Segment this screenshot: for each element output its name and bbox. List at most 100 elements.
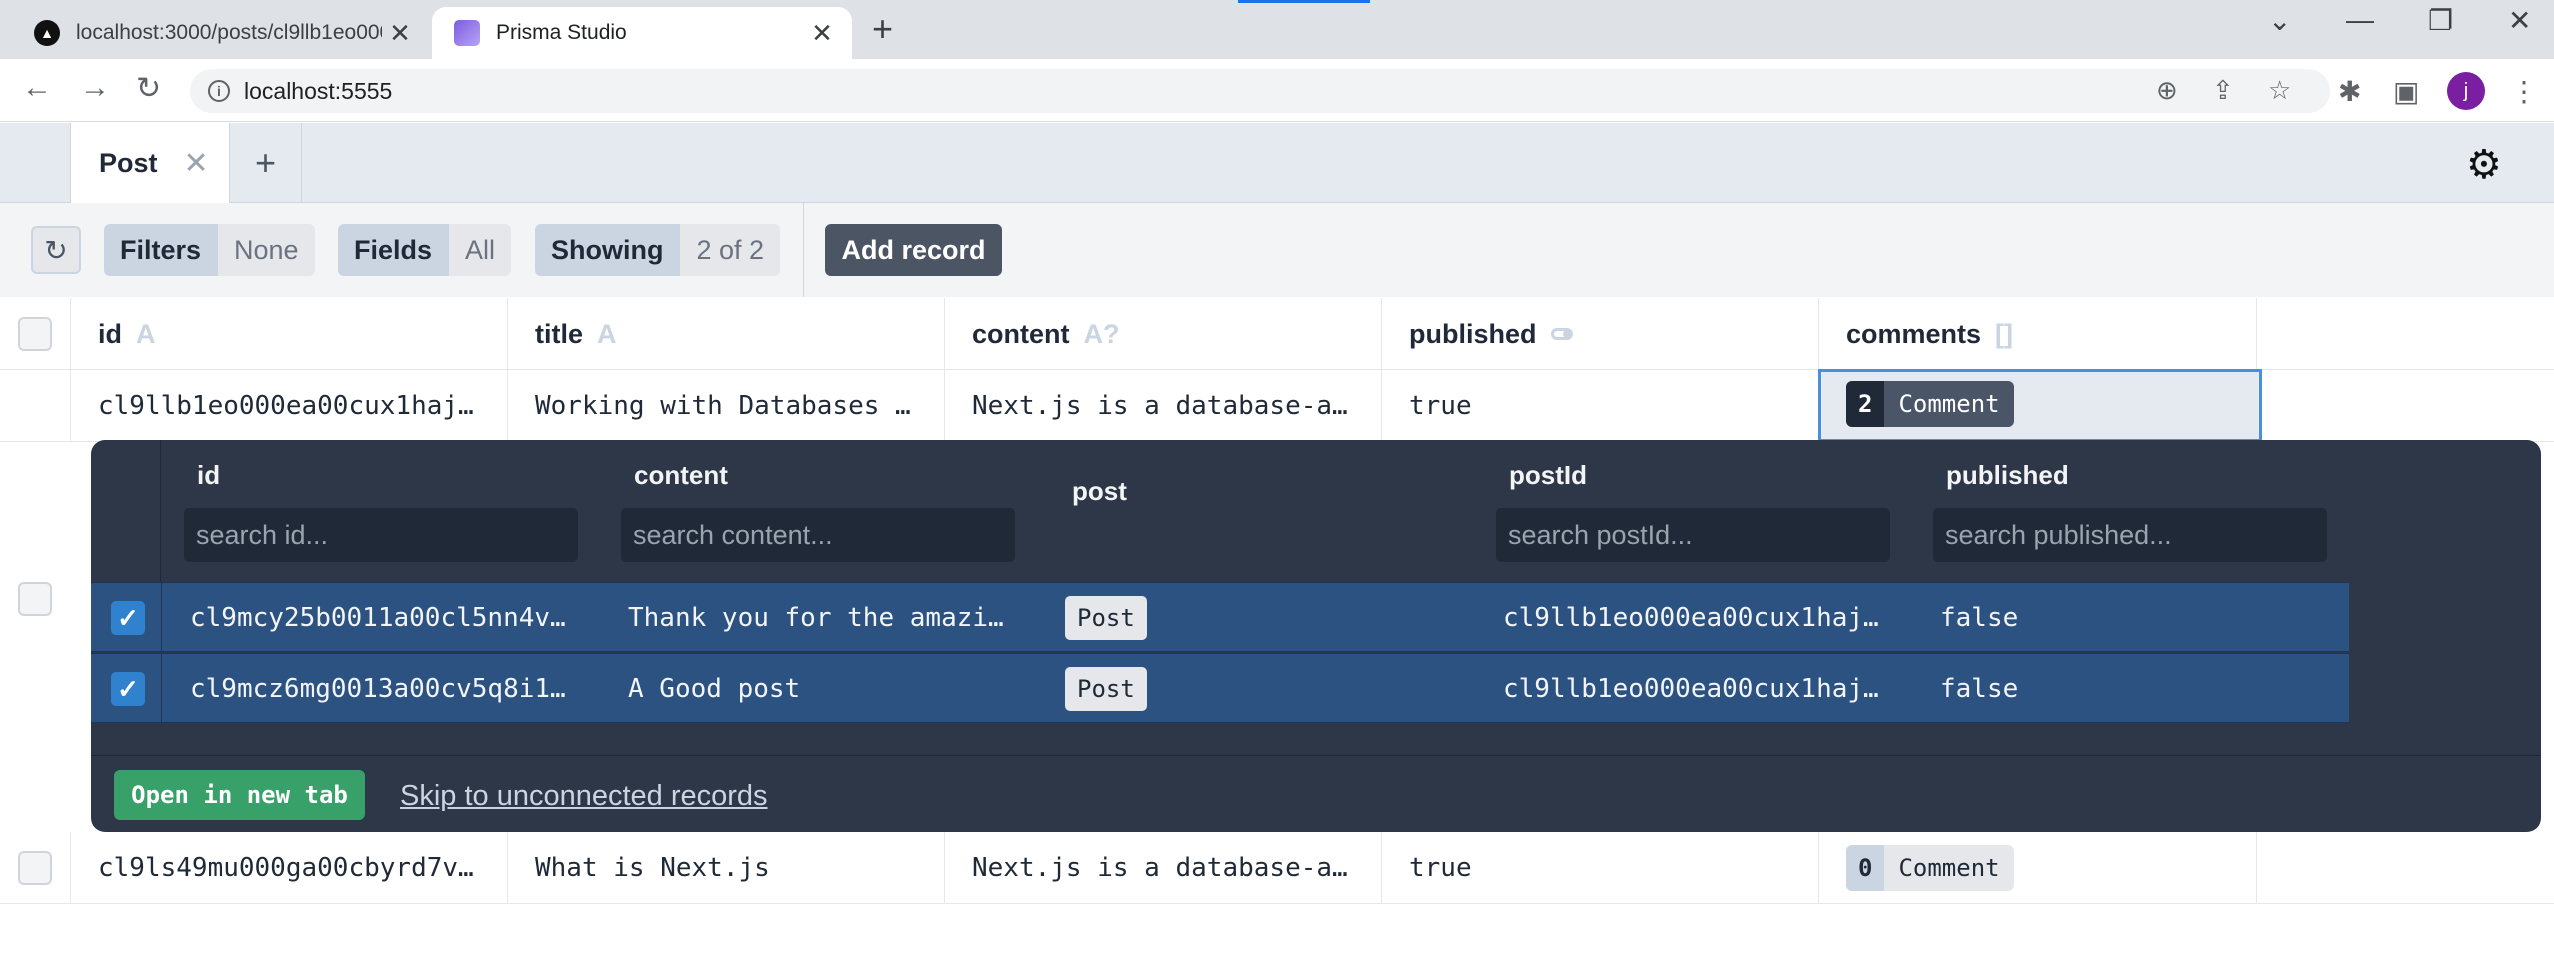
minimize-icon[interactable]: — [2346,4,2374,36]
relation-col-id[interactable]: id [197,460,220,491]
studio-tab-bar: Post ✕ + ⚙ [0,123,2554,203]
cell-id[interactable]: cl9llb1eo000ea00cux1haj… [70,370,508,442]
tab-search-icon[interactable]: ⌄ [2268,4,2291,37]
site-info-icon[interactable]: i [208,80,230,102]
post-relation-button[interactable]: Post [1065,596,1147,640]
table-row[interactable]: cl9ls49mu000ga00cbyrd7v… What is Next.js… [0,832,2554,904]
filters-value: None [217,224,315,276]
browser-tab-bar: ▲ localhost:3000/posts/cl9llb1eo000ea00c… [0,0,2554,59]
gear-icon[interactable]: ⚙ [2466,142,2502,188]
row-checkbox[interactable] [18,851,52,885]
cell-published[interactable]: true [1382,832,1819,904]
popover-header-spacer [91,440,161,582]
row-checkbox-checked[interactable]: ✓ [111,672,145,706]
fields-button[interactable]: Fields All [338,224,512,276]
address-text: localhost:5555 [244,77,393,104]
bookmark-star-icon[interactable]: ☆ [2268,75,2291,106]
open-in-new-tab-button[interactable]: Open in new tab [114,770,365,820]
reload-icon[interactable]: ↻ [136,71,161,106]
add-tab-button[interactable]: + [230,123,302,203]
relation-cell-postid[interactable]: cl9llb1eo000ea00cux1haj… [1503,654,1903,724]
browser-tab-localhost-posts[interactable]: ▲ localhost:3000/posts/cl9llb1eo000ea00c… [18,7,430,59]
tab-post[interactable]: Post ✕ [70,123,230,203]
column-header-comments[interactable]: comments [] [1819,298,2257,370]
extensions-icon[interactable]: ✱ [2338,75,2361,108]
cell-content[interactable]: Next.js is a database-a… [945,832,1382,904]
window-close-icon[interactable]: ✕ [2508,4,2531,37]
relation-cell-id[interactable]: cl9mcy25b0011a00cl5nn4v… [190,583,590,653]
column-header-id[interactable]: id A [70,298,508,370]
row-divider [161,654,162,724]
column-header-published[interactable]: published [1382,298,1819,370]
showing-button[interactable]: Showing 2 of 2 [535,224,781,276]
relation-cell-id[interactable]: cl9mcz6mg0013a00cv5q8i1… [190,654,590,724]
share-icon[interactable]: ⇪ [2212,75,2234,106]
relation-cell-postid[interactable]: cl9llb1eo000ea00cux1haj… [1503,583,1903,653]
column-header-title[interactable]: title A [508,298,945,370]
side-panel-icon[interactable]: ▣ [2393,75,2419,108]
zoom-icon[interactable]: ⊕ [2156,75,2178,106]
vercel-triangle-icon: ▲ [34,20,60,46]
restore-icon[interactable]: ❐ [2428,4,2453,37]
relation-col-published[interactable]: published [1946,460,2069,491]
back-icon[interactable]: ← [22,71,52,105]
relation-cell-content[interactable]: Thank you for the amazi… [628,583,1028,653]
cell-title[interactable]: Working with Databases … [508,370,945,442]
relation-cell-published[interactable]: false [1940,654,2240,724]
column-name: title [535,318,584,349]
cell-content[interactable]: Next.js is a database-a… [945,370,1382,442]
cell-title[interactable]: What is Next.js [508,832,945,904]
relation-row[interactable]: ✓ cl9mcy25b0011a00cl5nn4v… Thank you for… [91,582,2349,653]
close-tab-icon[interactable]: ✕ [804,18,840,49]
browser-tab-prisma-studio[interactable]: Prisma Studio ✕ [432,7,852,59]
tab-post-label: Post [99,147,158,178]
avatar[interactable]: j [2447,72,2485,110]
close-icon[interactable]: ✕ [184,146,209,181]
list-type-icon: [] [1995,318,2014,349]
relation-cell-content[interactable]: A Good post [628,654,1028,724]
relation-col-content[interactable]: content [634,460,728,491]
close-tab-icon[interactable]: ✕ [382,18,418,49]
browser-tab-title: localhost:3000/posts/cl9llb1eo000ea00cux… [76,21,382,44]
new-tab-button[interactable]: + [872,8,893,50]
relation-cell-post[interactable]: Post [1065,654,1265,724]
prisma-icon [454,20,480,46]
column-header-content[interactable]: content A? [945,298,1382,370]
add-record-button[interactable]: Add record [825,224,1002,276]
filters-button[interactable]: Filters None [104,224,315,276]
post-relation-button[interactable]: Post [1065,667,1147,711]
relation-col-post[interactable]: post [1072,476,1127,507]
cell-comments[interactable]: 0 Comment [1819,832,2257,904]
column-name: comments [1846,318,1982,349]
comments-relation-badge[interactable]: 0 Comment [1846,845,2014,891]
refresh-button[interactable]: ↻ [31,226,81,274]
cell-published[interactable]: true [1382,370,1819,442]
search-published-input[interactable]: search published... [1933,508,2327,562]
row-checkbox-checked[interactable]: ✓ [111,601,145,635]
search-content-input[interactable]: search content... [621,508,1015,562]
search-id-input[interactable]: search id... [184,508,578,562]
forward-icon[interactable]: → [80,71,110,105]
cell-id[interactable]: cl9ls49mu000ga00cbyrd7v… [70,832,508,904]
row-checkbox[interactable] [18,582,52,616]
relation-col-postid[interactable]: postId [1509,460,1587,491]
search-postid-input[interactable]: search postId... [1496,508,1890,562]
relation-cell-post[interactable]: Post [1065,583,1265,653]
column-name: id [98,318,122,349]
address-bar[interactable]: i localhost:5555 ⊕ ⇪ ☆ [190,69,2330,113]
showing-label: Showing [535,224,680,276]
row-divider [161,583,162,653]
studio-toolbar: ↻ Filters None Fields All Showing 2 of 2… [0,203,2554,297]
tab-indicator [1238,0,1370,3]
cell-comments-selected[interactable]: 2 Comment [1818,369,2262,442]
skip-to-unconnected-link[interactable]: Skip to unconnected records [400,780,768,813]
comments-label: Comment [1884,381,2014,427]
menu-icon[interactable]: ⋮ [2510,75,2538,108]
select-all-checkbox[interactable] [18,317,52,351]
relation-row[interactable]: ✓ cl9mcz6mg0013a00cv5q8i1… A Good post P… [91,653,2349,724]
fields-label: Fields [338,224,449,276]
comments-relation-badge[interactable]: 2 Comment [1846,381,2014,427]
relation-cell-published[interactable]: false [1940,583,2240,653]
grid-header: id A title A content A? published comments [… [0,298,2554,370]
comments-label: Comment [1884,845,2014,891]
